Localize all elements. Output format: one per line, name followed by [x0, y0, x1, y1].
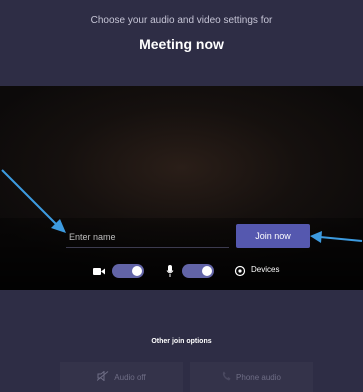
gear-icon[interactable] — [233, 264, 247, 278]
pre-join-header: Choose your audio and video settings for… — [0, 0, 363, 85]
camera-toggle-knob — [132, 266, 142, 276]
audio-off-button[interactable]: Audio off — [60, 362, 183, 392]
microphone-icon — [164, 264, 176, 278]
name-input[interactable] — [66, 227, 229, 248]
audio-off-label: Audio off — [114, 372, 146, 382]
devices-button[interactable]: Devices — [251, 265, 279, 274]
phone-icon — [222, 371, 231, 383]
meeting-title: Meeting now — [139, 36, 224, 52]
camera-toggle[interactable] — [112, 264, 144, 278]
audio-off-icon — [96, 370, 109, 383]
device-controls: Devices — [0, 264, 363, 278]
camera-icon — [92, 264, 106, 278]
microphone-toggle-knob — [202, 266, 212, 276]
join-now-button[interactable]: Join now — [236, 224, 310, 248]
other-join-options-heading: Other join options — [151, 338, 212, 345]
settings-subtitle: Choose your audio and video settings for — [90, 15, 273, 26]
phone-audio-label: Phone audio — [236, 372, 281, 382]
microphone-toggle[interactable] — [182, 264, 214, 278]
phone-audio-button[interactable]: Phone audio — [190, 362, 313, 392]
